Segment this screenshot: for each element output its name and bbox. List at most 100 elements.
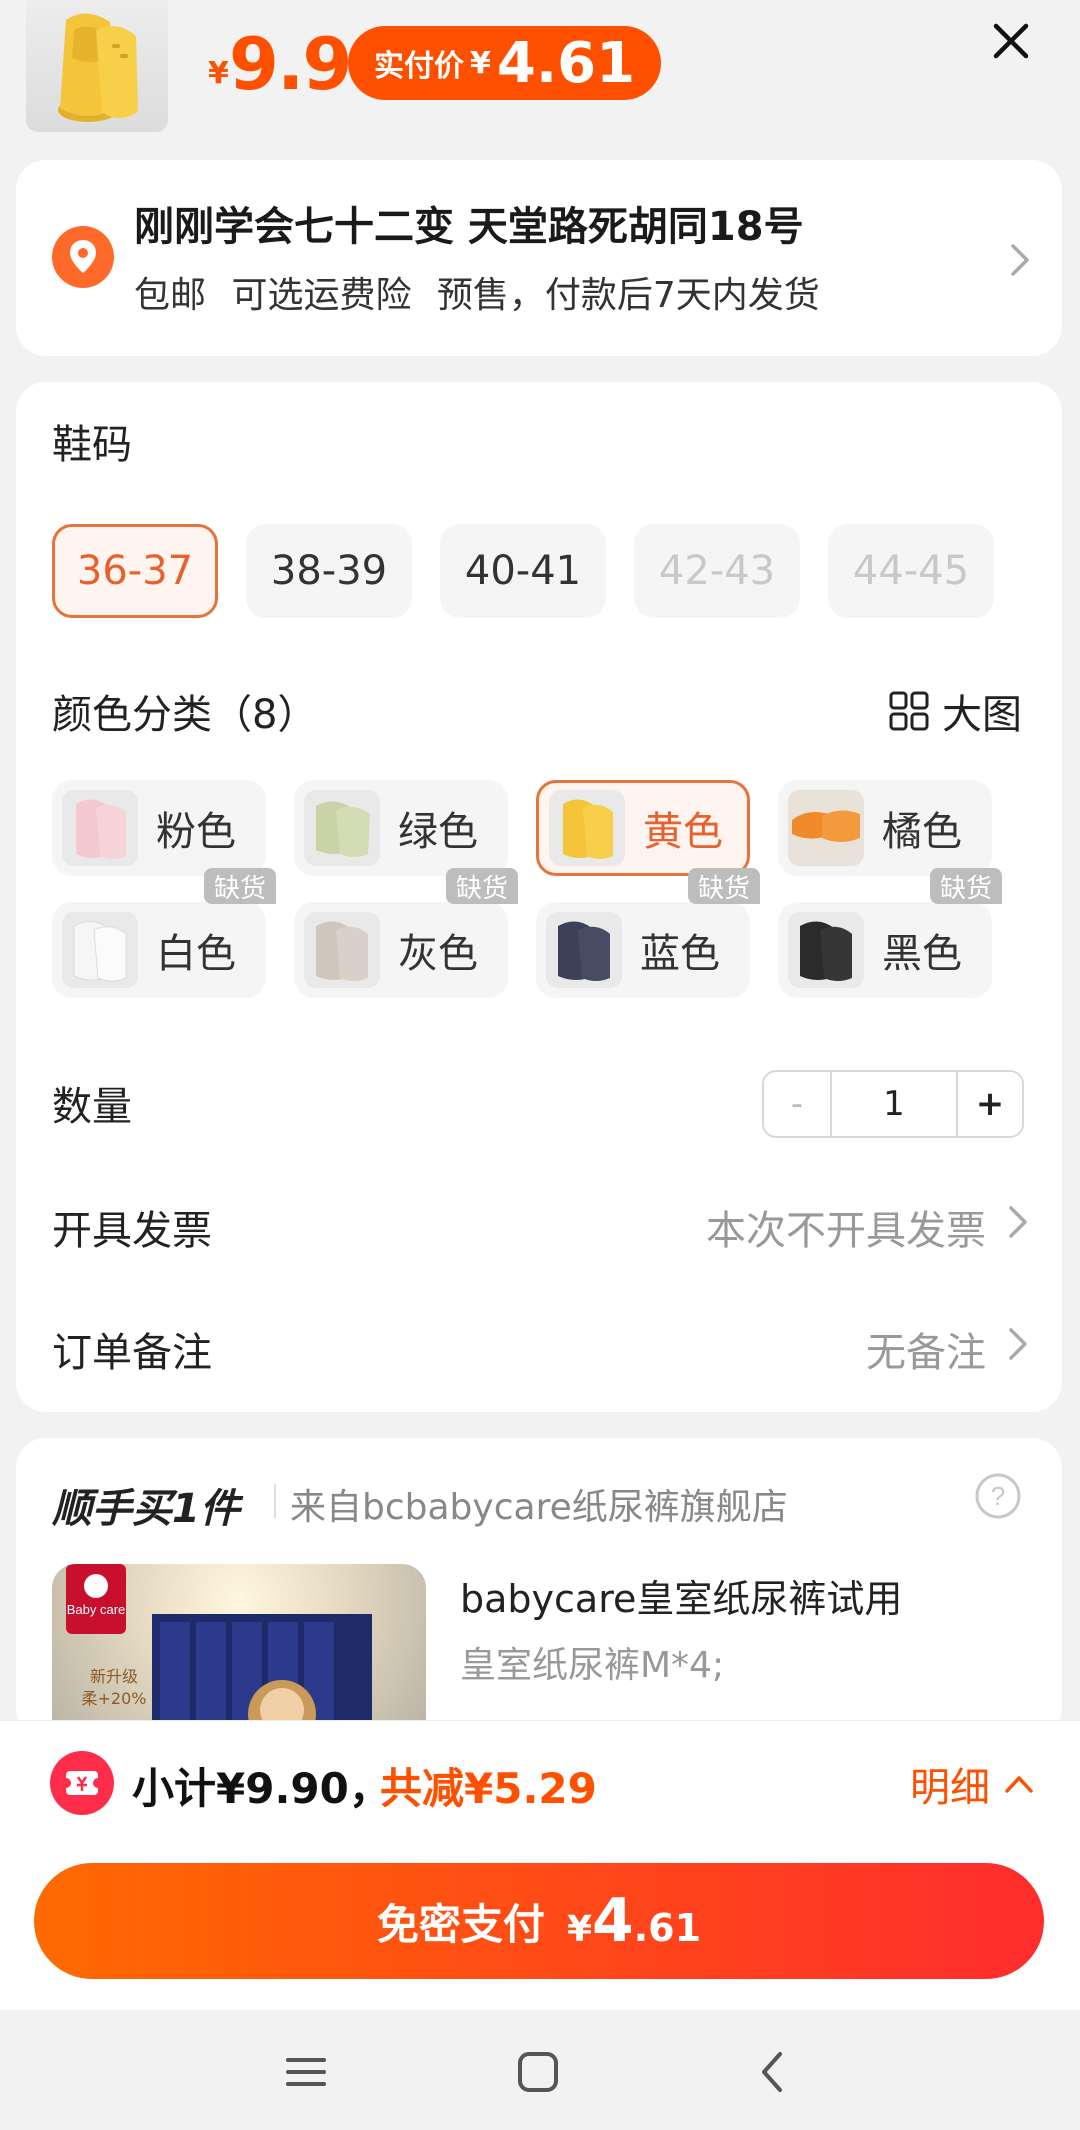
out-of-stock-badge: 缺货 <box>687 868 760 904</box>
color-thumbnail <box>788 790 864 866</box>
quantity-increase-button[interactable]: + <box>956 1072 1022 1136</box>
back-icon[interactable] <box>750 2048 798 2096</box>
help-icon[interactable]: ? <box>974 1472 1022 1520</box>
slipper-image <box>76 799 126 859</box>
diaper-pack-image: Baby care 新升级 柔+20% <box>66 1564 372 1738</box>
quantity-decrease-button[interactable]: - <box>764 1072 832 1136</box>
pay-button-amount: ¥4.61 <box>567 1886 701 1956</box>
brand-text: Baby care <box>67 1602 126 1617</box>
out-of-stock-badge: 缺货 <box>203 868 276 904</box>
size-options: 36-37 38-39 40-41 42-43 44-45 <box>52 524 994 618</box>
color-thumbnail <box>62 790 138 866</box>
addon-product-name[interactable]: babycare皇室纸尿裤试用 <box>460 1568 902 1623</box>
out-of-stock-badge: 缺货 <box>929 868 1002 904</box>
slipper-image <box>558 921 610 981</box>
color-thumbnail <box>304 912 380 988</box>
system-navigation-bar <box>0 2010 1080 2130</box>
amount-integer: 4 <box>592 1886 634 1956</box>
invoice-label: 开具发票 <box>52 1208 212 1254</box>
pay-button-label: 免密支付 <box>376 1899 545 1949</box>
addon-title: 顺手买1件 <box>52 1486 240 1532</box>
shipping-info: 包邮 可选运费险 预售，付款后7天内发货 <box>134 275 820 316</box>
color-option[interactable]: 粉色 <box>52 780 266 876</box>
image-tag: 柔+20% <box>82 1689 147 1708</box>
grid-icon <box>889 691 929 731</box>
price-detail-toggle[interactable]: 明细 <box>910 1755 1034 1813</box>
color-options: 粉色 绿色 黄色 橘色 缺货 白色 缺货 灰色 缺货 蓝色 缺货 黑色 <box>52 780 1032 998</box>
color-label: 颜色分类（8） <box>52 692 318 738</box>
color-option-out-of-stock[interactable]: 缺货 蓝色 <box>536 868 760 998</box>
product-header: ¥9.9 实付价 ¥ 4.61 <box>0 0 1080 150</box>
remark-value[interactable]: 无备注 <box>866 1320 986 1378</box>
color-name: 黑色 <box>882 931 962 977</box>
actual-pay-label: 实付价 <box>374 49 464 84</box>
color-option[interactable]: 橘色 <box>778 780 992 876</box>
size-option-disabled[interactable]: 44-45 <box>828 524 994 618</box>
remark-label: 订单备注 <box>52 1330 212 1376</box>
big-image-toggle[interactable]: 大图 <box>888 682 1022 740</box>
addon-product-image[interactable]: Baby care 新升级 柔+20% <box>52 1564 426 1738</box>
divider <box>274 1484 276 1518</box>
chevron-right-icon <box>1011 244 1029 276</box>
discount-text: 共减¥5.29 <box>380 1764 597 1813</box>
menu-icon[interactable] <box>282 2048 330 2096</box>
slipper-image <box>563 799 613 859</box>
checkout-bar: 小计¥9.90， 共减¥5.29 明细 免密支付 ¥4.61 <box>0 1720 1080 2010</box>
home-icon[interactable] <box>514 2048 562 2096</box>
quantity-label: 数量 <box>52 1084 132 1130</box>
color-name: 绿色 <box>398 809 478 855</box>
color-thumbnail <box>62 912 138 988</box>
quantity-value[interactable]: 1 <box>832 1072 956 1136</box>
chevron-right-icon <box>1009 1328 1027 1360</box>
color-name: 橘色 <box>882 809 962 855</box>
color-option-out-of-stock[interactable]: 缺货 黑色 <box>778 868 1002 998</box>
address-name: 刚刚学会七十二变 天堂路死胡同18号 <box>134 204 804 250</box>
color-name: 白色 <box>156 931 236 977</box>
big-image-label: 大图 <box>942 692 1022 738</box>
product-thumbnail[interactable] <box>26 0 168 132</box>
address-card[interactable]: 刚刚学会七十二变 天堂路死胡同18号 包邮 可选运费险 预售，付款后7天内发货 <box>16 160 1062 356</box>
original-price-value: 9.9 <box>228 22 353 106</box>
slipper-image <box>73 921 127 982</box>
chevron-up-icon <box>1005 1776 1033 1793</box>
location-pin-icon <box>52 226 114 288</box>
out-of-stock-badge: 缺货 <box>445 868 518 904</box>
addon-card: 顺手买1件 来自bcbabycare纸尿裤旗舰店 ? Baby care 新升级… <box>16 1438 1062 1738</box>
close-icon[interactable] <box>984 14 1038 68</box>
size-option[interactable]: 38-39 <box>246 524 412 618</box>
actual-pay-price-badge: 实付价 ¥ 4.61 <box>348 26 662 100</box>
slipper-image <box>316 801 370 857</box>
currency-symbol: ¥ <box>470 45 491 81</box>
size-option-disabled[interactable]: 42-43 <box>634 524 800 618</box>
currency-symbol: ¥ <box>208 56 229 91</box>
spec-card: 鞋码 36-37 38-39 40-41 42-43 44-45 颜色分类（8）… <box>16 382 1062 1412</box>
slipper-image <box>792 810 860 842</box>
actual-pay-value: 4.61 <box>496 30 636 96</box>
image-tag: 新升级 <box>90 1667 138 1686</box>
color-thumbnail <box>304 790 380 866</box>
amount-decimal: .61 <box>633 1906 702 1950</box>
pay-button[interactable]: 免密支付 ¥4.61 <box>34 1863 1044 1979</box>
subtotal-text: 小计¥9.90， <box>132 1764 391 1813</box>
color-option[interactable]: 绿色 <box>294 780 508 876</box>
slipper-image <box>316 921 368 981</box>
color-name: 灰色 <box>398 931 478 977</box>
color-thumbnail <box>788 912 864 988</box>
detail-label: 明细 <box>910 1765 990 1811</box>
svg-text:?: ? <box>991 1481 1005 1511</box>
color-option-out-of-stock[interactable]: 缺货 白色 <box>52 868 276 998</box>
original-price: ¥9.9 <box>208 22 353 106</box>
size-option[interactable]: 36-37 <box>52 524 218 618</box>
addon-product-spec: 皇室纸尿裤M*4; <box>460 1645 725 1686</box>
slipper-image <box>58 13 138 122</box>
addon-source: 来自bcbabycare纸尿裤旗舰店 <box>290 1487 788 1528</box>
color-option-selected[interactable]: 黄色 <box>536 780 750 876</box>
size-option[interactable]: 40-41 <box>440 524 606 618</box>
chevron-right-icon <box>1009 1206 1027 1238</box>
color-thumbnail <box>546 912 622 988</box>
currency-symbol: ¥ <box>566 1909 592 1950</box>
coupon-icon <box>50 1751 114 1815</box>
color-thumbnail <box>549 790 625 866</box>
color-option-out-of-stock[interactable]: 缺货 灰色 <box>294 868 518 998</box>
invoice-value[interactable]: 本次不开具发票 <box>706 1198 986 1256</box>
